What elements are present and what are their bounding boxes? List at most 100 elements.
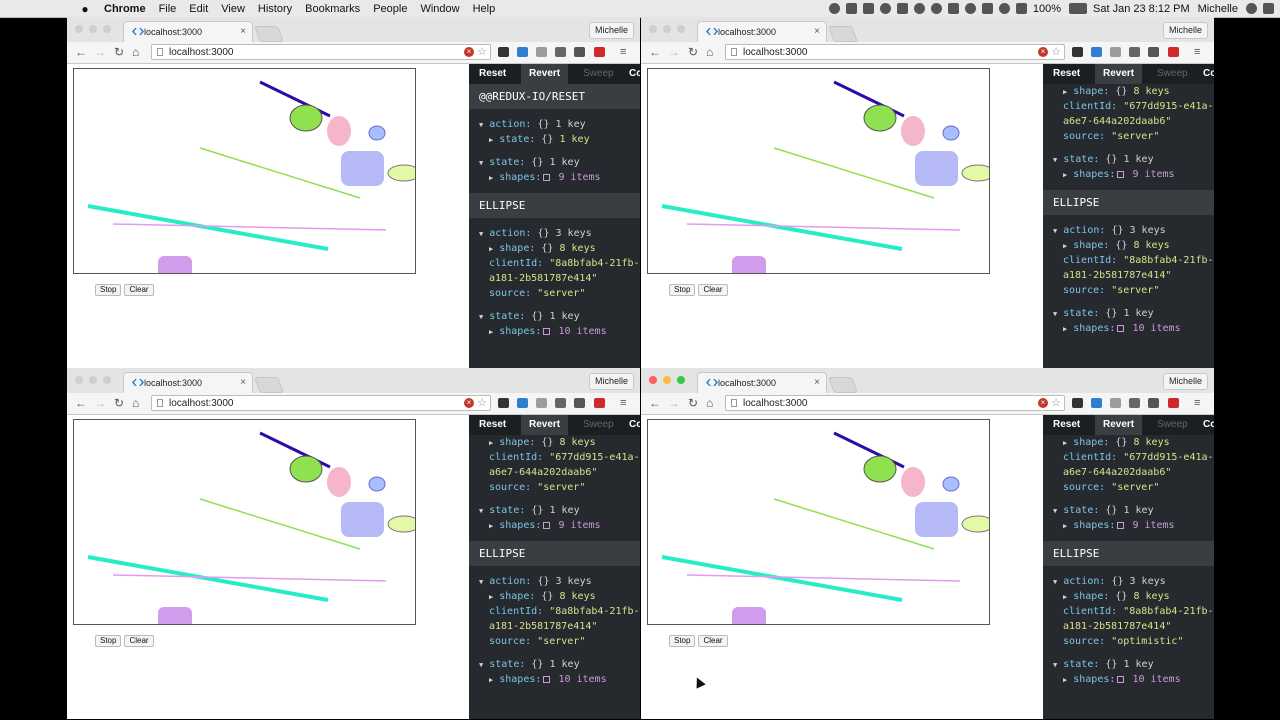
- expand-toggle-icon[interactable]: ▶: [489, 676, 493, 684]
- status-timemachine-icon[interactable]: [947, 3, 959, 14]
- log-row[interactable]: ▼ state: {} 1 key: [469, 309, 640, 324]
- reload-icon[interactable]: ↻: [114, 45, 124, 59]
- log-row[interactable]: ▶ shapes: 10 items: [469, 324, 640, 339]
- tab-close-icon[interactable]: ×: [814, 377, 820, 388]
- clear-button[interactable]: Clear: [698, 284, 728, 296]
- notification-center-icon[interactable]: [1263, 3, 1274, 14]
- expand-toggle-icon[interactable]: ▼: [1053, 578, 1057, 586]
- profile-button[interactable]: Michelle: [588, 22, 634, 39]
- tab-close-icon[interactable]: ×: [814, 26, 820, 37]
- stop-loading-icon[interactable]: ×: [464, 398, 474, 408]
- wifi-icon[interactable]: [998, 3, 1010, 14]
- cast-extension-icon[interactable]: [555, 47, 566, 57]
- log-row[interactable]: ▶ shapes: 9 items: [469, 518, 640, 533]
- commit-button[interactable]: Co: [629, 415, 640, 435]
- expand-toggle-icon[interactable]: ▶: [489, 245, 493, 253]
- minimize-window-icon[interactable]: [663, 376, 671, 384]
- zoom-window-icon[interactable]: [103, 25, 111, 33]
- close-window-icon[interactable]: [649, 376, 657, 384]
- revert-button[interactable]: Revert: [521, 415, 569, 435]
- chrome-menu-icon[interactable]: ≡: [620, 45, 626, 59]
- back-arrow-icon[interactable]: ←: [649, 45, 661, 59]
- expand-toggle-icon[interactable]: ▶: [1063, 88, 1067, 96]
- forward-arrow-icon[interactable]: →: [668, 45, 680, 59]
- address-bar[interactable]: localhost:3000 × ☆: [151, 395, 491, 411]
- log-row[interactable]: ▶ shape: {} 8 keys: [1043, 238, 1214, 253]
- box-extension-icon[interactable]: [1148, 398, 1159, 408]
- screen-extension-icon[interactable]: [517, 398, 528, 408]
- browser-tab[interactable]: localhost:3000 ×: [123, 372, 253, 393]
- menubar-user[interactable]: Michelle: [1198, 3, 1238, 15]
- expand-toggle-icon[interactable]: ▼: [479, 121, 483, 129]
- revert-button[interactable]: Revert: [1095, 64, 1143, 84]
- log-row[interactable]: ▶ shapes: 10 items: [1043, 672, 1214, 687]
- zoom-window-icon[interactable]: [677, 25, 685, 33]
- home-icon[interactable]: ⌂: [132, 45, 139, 59]
- status-clock-icon[interactable]: [913, 3, 925, 14]
- commit-button[interactable]: Co: [1203, 64, 1214, 84]
- incognito-extension-icon[interactable]: [498, 47, 509, 57]
- bookmark-star-icon[interactable]: ☆: [477, 396, 487, 409]
- clear-button[interactable]: Clear: [698, 635, 728, 647]
- status-info-icon[interactable]: [930, 3, 942, 14]
- menu-people[interactable]: People: [373, 3, 407, 15]
- menu-file[interactable]: File: [159, 3, 177, 15]
- profile-button[interactable]: Michelle: [588, 373, 634, 390]
- revert-button[interactable]: Revert: [1095, 415, 1143, 435]
- log-row[interactable]: ▼ state: {} 1 key: [469, 503, 640, 518]
- shield-extension-icon[interactable]: [536, 398, 547, 408]
- new-tab-button[interactable]: [828, 377, 858, 393]
- stop-button[interactable]: Stop: [669, 635, 696, 647]
- address-bar[interactable]: localhost:3000 × ☆: [725, 44, 1065, 60]
- log-row[interactable]: ▶ shapes: 9 items: [1043, 518, 1214, 533]
- status-mirror-icon[interactable]: [964, 3, 976, 14]
- log-row[interactable]: ▼ action: {} 3 keys: [1043, 574, 1214, 589]
- url-text[interactable]: localhost:3000: [743, 47, 808, 58]
- browser-tab[interactable]: localhost:3000 ×: [123, 21, 253, 42]
- minimize-window-icon[interactable]: [89, 376, 97, 384]
- profile-button[interactable]: Michelle: [1162, 373, 1208, 390]
- stop-button[interactable]: Stop: [95, 284, 122, 296]
- bookmark-star-icon[interactable]: ☆: [1051, 396, 1061, 409]
- status-cloud-icon[interactable]: [879, 3, 891, 14]
- stop-loading-icon[interactable]: ×: [464, 47, 474, 57]
- log-row[interactable]: ▶ shapes: 9 items: [1043, 167, 1214, 182]
- tab-close-icon[interactable]: ×: [240, 26, 246, 37]
- action-header[interactable]: ELLIPSE: [469, 541, 640, 566]
- drawing-canvas[interactable]: [647, 419, 990, 625]
- url-text[interactable]: localhost:3000: [169, 398, 234, 409]
- log-row[interactable]: ▼ action: {} 1 key: [469, 117, 640, 132]
- expand-toggle-icon[interactable]: ▼: [479, 661, 483, 669]
- shield-extension-icon[interactable]: [1110, 47, 1121, 57]
- expand-toggle-icon[interactable]: ▼: [479, 578, 483, 586]
- expand-toggle-icon[interactable]: ▶: [1063, 242, 1067, 250]
- screen-extension-icon[interactable]: [517, 47, 528, 57]
- log-row[interactable]: ▼ state: {} 1 key: [1043, 657, 1214, 672]
- drawing-canvas[interactable]: [73, 68, 416, 274]
- bluetooth-icon[interactable]: [981, 3, 993, 14]
- new-tab-button[interactable]: [254, 26, 284, 42]
- new-tab-button[interactable]: [828, 26, 858, 42]
- expand-toggle-icon[interactable]: ▶: [1063, 522, 1067, 530]
- log-row[interactable]: ▶ shapes: 10 items: [1043, 321, 1214, 336]
- incognito-extension-icon[interactable]: [1072, 47, 1083, 57]
- expand-toggle-icon[interactable]: ▼: [1053, 661, 1057, 669]
- status-dropbox-icon[interactable]: [845, 3, 857, 14]
- drawing-canvas[interactable]: [73, 419, 416, 625]
- expand-toggle-icon[interactable]: ▶: [1063, 676, 1067, 684]
- log-row[interactable]: ▶ shape: {} 8 keys: [1043, 435, 1214, 450]
- log-row[interactable]: ▶ shape: {} 8 keys: [469, 435, 640, 450]
- stop-loading-icon[interactable]: ×: [1038, 398, 1048, 408]
- box-extension-icon[interactable]: [574, 47, 585, 57]
- expand-toggle-icon[interactable]: ▶: [1063, 171, 1067, 179]
- expand-toggle-icon[interactable]: ▶: [489, 522, 493, 530]
- log-row[interactable]: ▶ shape: {} 8 keys: [1043, 84, 1214, 99]
- stop-button[interactable]: Stop: [95, 635, 122, 647]
- menu-bookmarks[interactable]: Bookmarks: [305, 3, 360, 15]
- minimize-window-icon[interactable]: [89, 25, 97, 33]
- zoom-window-icon[interactable]: [103, 376, 111, 384]
- redux-extension-icon[interactable]: [594, 47, 605, 57]
- action-header[interactable]: @@REDUX-IO/RESET: [469, 84, 640, 109]
- action-header[interactable]: ELLIPSE: [1043, 541, 1214, 566]
- log-row[interactable]: ▼ action: {} 3 keys: [469, 574, 640, 589]
